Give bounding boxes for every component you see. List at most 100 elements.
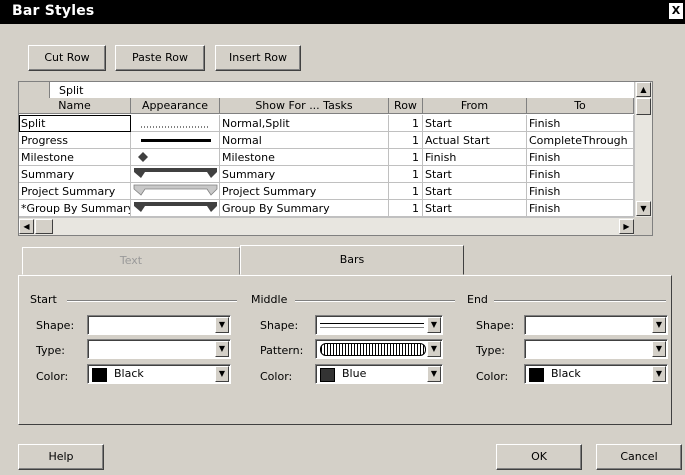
pattern-preview (320, 343, 426, 356)
horizontal-scroll-thumb[interactable] (35, 219, 53, 234)
edit-bar-value[interactable]: Split (59, 84, 83, 97)
tab-bars[interactable]: Bars (240, 245, 464, 275)
table-cell-show-for[interactable]: Normal (220, 132, 389, 149)
table-cell-row[interactable]: 1 (389, 183, 423, 200)
paste-row-button[interactable]: Paste Row (115, 45, 205, 71)
chevron-down-icon[interactable]: ▼ (427, 341, 441, 357)
close-icon[interactable]: X (669, 3, 683, 19)
chevron-down-icon[interactable]: ▼ (652, 317, 666, 333)
edit-bar[interactable]: Split (19, 82, 634, 99)
scroll-corner (634, 217, 652, 235)
table-cell-show-for[interactable]: Project Summary (220, 183, 389, 200)
start-color-select[interactable]: Black ▼ (87, 364, 231, 384)
edit-bar-stub (19, 82, 50, 98)
title-bar: Bar Styles X (0, 0, 685, 24)
appearance-split-dots[interactable] (131, 115, 220, 132)
table-cell-to[interactable]: Finish (527, 200, 634, 217)
horizontal-scrollbar[interactable]: ◀ ▶ (19, 217, 634, 235)
chevron-down-icon[interactable]: ▼ (215, 341, 229, 357)
table-cell-from[interactable]: Start (423, 166, 527, 183)
end-shape-label: Shape: (476, 319, 515, 332)
table-cell-show-for[interactable]: Summary (220, 166, 389, 183)
end-divider (494, 300, 666, 302)
start-color-label: Color: (36, 370, 69, 383)
start-color-value: Black (114, 367, 144, 380)
help-button[interactable]: Help (18, 444, 104, 470)
bar-styles-table[interactable]: Split Name Appearance Show For ... Tasks… (18, 81, 653, 236)
chevron-down-icon[interactable]: ▼ (652, 366, 666, 382)
table-cell-to[interactable]: Finish (527, 149, 634, 166)
table-cell-show-for[interactable]: Normal,Split (220, 115, 389, 132)
table-cell-from[interactable]: Finish (423, 149, 527, 166)
middle-color-select[interactable]: Blue ▼ (315, 364, 443, 384)
vertical-scrollbar[interactable]: ▲ ▼ (634, 82, 652, 217)
table-cell-from[interactable]: Start (423, 200, 527, 217)
table-cell-name[interactable]: Split (19, 115, 131, 132)
start-type-select[interactable]: ▼ (87, 339, 231, 359)
color-swatch (320, 368, 335, 382)
table-cell-row[interactable]: 1 (389, 149, 423, 166)
start-shape-select[interactable]: ▼ (87, 315, 231, 335)
scroll-thumb[interactable] (636, 98, 651, 115)
chevron-down-icon[interactable]: ▼ (652, 341, 666, 357)
end-shape-select[interactable]: ▼ (524, 315, 668, 335)
table-cell-row[interactable]: 1 (389, 200, 423, 217)
table-cell-name[interactable]: Summary (19, 166, 131, 183)
table-cell-to[interactable]: Finish (527, 166, 634, 183)
end-group-heading: End (467, 293, 488, 306)
table-cell-to[interactable]: Finish (527, 115, 634, 132)
bars-tab-panel: Start Shape: ▼ Type: ▼ Color: Black ▼ Mi… (18, 275, 672, 425)
chevron-down-icon[interactable]: ▼ (427, 366, 441, 382)
scroll-down-icon[interactable]: ▼ (636, 201, 651, 216)
table-cell-row[interactable]: 1 (389, 166, 423, 183)
table-cell-from[interactable]: Start (423, 115, 527, 132)
table-cell-to[interactable]: Finish (527, 183, 634, 200)
end-type-select[interactable]: ▼ (524, 339, 668, 359)
column-header-from[interactable]: From (423, 98, 527, 114)
insert-row-button[interactable]: Insert Row (215, 45, 301, 71)
scroll-up-icon[interactable]: ▲ (636, 82, 651, 97)
chevron-down-icon[interactable]: ▼ (215, 317, 229, 333)
chevron-down-icon[interactable]: ▼ (215, 366, 229, 382)
chevron-down-icon[interactable]: ▼ (427, 317, 441, 333)
column-header-to[interactable]: To (527, 98, 634, 114)
table-cell-to[interactable]: CompleteThrough (527, 132, 634, 149)
appearance-project-summary-bar[interactable] (131, 183, 220, 200)
cut-row-button[interactable]: Cut Row (28, 45, 106, 71)
scroll-right-icon[interactable]: ▶ (619, 219, 634, 234)
table-cell-show-for[interactable]: Milestone (220, 149, 389, 166)
ok-button[interactable]: OK (496, 444, 582, 470)
column-header-row[interactable]: Row (389, 98, 423, 114)
color-swatch (92, 368, 107, 382)
table-cell-name[interactable]: Project Summary (19, 183, 131, 200)
scroll-left-icon[interactable]: ◀ (19, 219, 34, 234)
appearance-summary-bar[interactable] (131, 166, 220, 183)
column-header-appearance[interactable]: Appearance (131, 98, 220, 114)
cancel-button[interactable]: Cancel (596, 444, 682, 470)
end-type-label: Type: (476, 344, 505, 357)
middle-shape-select[interactable]: ▼ (315, 315, 443, 335)
table-cell-from[interactable]: Start (423, 183, 527, 200)
end-color-value: Black (551, 367, 581, 380)
start-divider (67, 300, 237, 302)
column-header-show-for[interactable]: Show For ... Tasks (220, 98, 389, 114)
end-color-select[interactable]: Black ▼ (524, 364, 668, 384)
middle-pattern-label: Pattern: (260, 344, 304, 357)
tab-text[interactable]: Text (22, 247, 240, 275)
middle-divider (295, 300, 455, 302)
appearance-progress-line[interactable] (131, 132, 220, 149)
end-color-label: Color: (476, 370, 509, 383)
column-header-name[interactable]: Name (19, 98, 131, 114)
table-cell-from[interactable]: Actual Start (423, 132, 527, 149)
table-cell-name[interactable]: *Group By Summary (19, 200, 131, 217)
table-cell-row[interactable]: 1 (389, 132, 423, 149)
color-swatch (529, 368, 544, 382)
middle-pattern-select[interactable]: ▼ (315, 339, 443, 359)
appearance-milestone-diamond[interactable] (131, 149, 220, 166)
table-cell-show-for[interactable]: Group By Summary (220, 200, 389, 217)
middle-shape-label: Shape: (260, 319, 299, 332)
table-cell-row[interactable]: 1 (389, 115, 423, 132)
table-cell-name[interactable]: Progress (19, 132, 131, 149)
appearance-group-summary-bar[interactable] (131, 200, 220, 217)
table-cell-name[interactable]: Milestone (19, 149, 131, 166)
